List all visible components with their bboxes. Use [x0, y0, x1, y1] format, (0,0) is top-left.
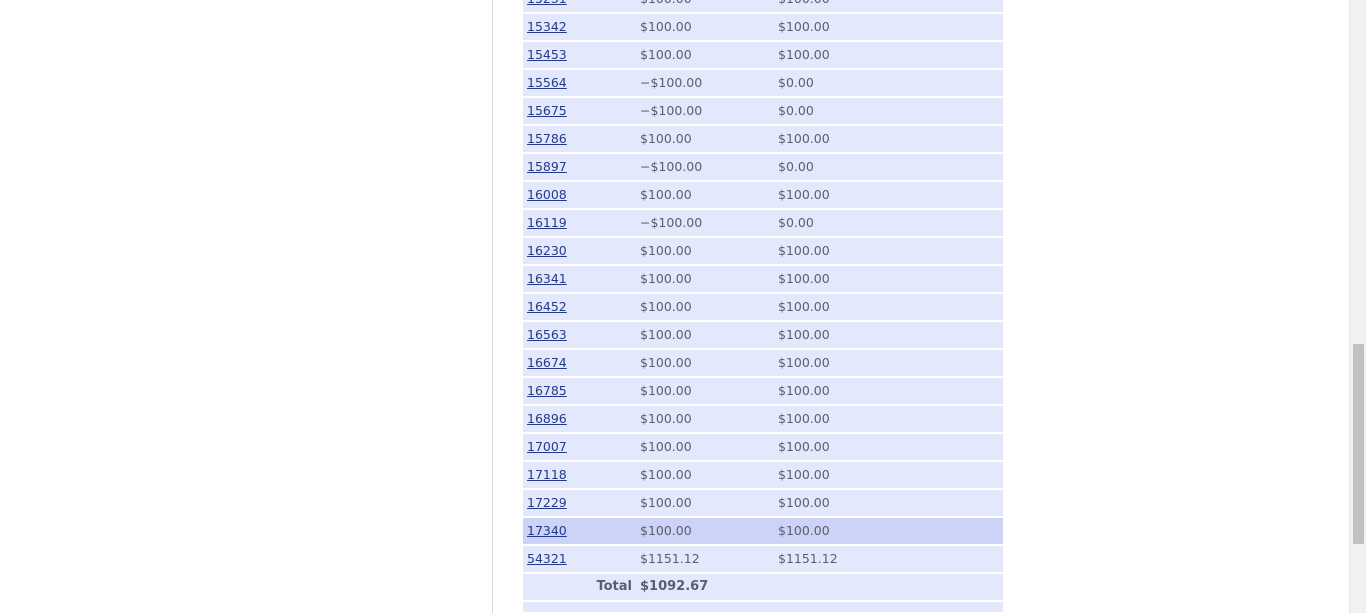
table-row: 15564 −$100.00 $0.00	[523, 70, 1003, 96]
table-row: 16785 $100.00 $100.00	[523, 378, 1003, 404]
order-number-link[interactable]: 16008	[527, 182, 567, 208]
order-number-link[interactable]: 16119	[527, 210, 567, 236]
table-row: 15342 $100.00 $100.00	[523, 14, 1003, 40]
balance-cell: $100.00	[778, 411, 830, 426]
balance-cell: $1151.12	[778, 551, 838, 566]
amount-cell: $100.00	[640, 299, 692, 314]
amount-cell: $100.00	[640, 187, 692, 202]
table-row: 16563 $100.00 $100.00	[523, 322, 1003, 348]
balance-cell: $100.00	[778, 47, 830, 62]
amount-cell: $100.00	[640, 243, 692, 258]
table-row: 54321 $1151.12 $1151.12	[523, 546, 1003, 572]
amount-cell: $100.00	[640, 495, 692, 510]
table-row: 16119 −$100.00 $0.00	[523, 210, 1003, 236]
amount-cell: −$100.00	[640, 215, 703, 230]
balance-cell: $100.00	[778, 327, 830, 342]
amount-cell: −$100.00	[640, 103, 703, 118]
page: 15231$100.00$100.0015342$100.00$100.0015…	[0, 0, 1366, 613]
amount-cell: $100.00	[640, 271, 692, 286]
order-number-link[interactable]: 16896	[527, 406, 567, 432]
amount-cell: $100.00	[640, 131, 692, 146]
amount-cell: $100.00	[640, 47, 692, 62]
order-number-link[interactable]: 16563	[527, 322, 567, 348]
table-row: 17229 $100.00 $100.00	[523, 490, 1003, 516]
balance-cell: $100.00	[778, 467, 830, 482]
amount-cell: $100.00	[640, 0, 692, 12]
order-number-link[interactable]: 15897	[527, 154, 567, 180]
table-row: 16452 $100.00 $100.00	[523, 294, 1003, 320]
order-number-link[interactable]: 16230	[527, 238, 567, 264]
order-number-link[interactable]: 17229	[527, 490, 567, 516]
balance-cell: $0.00	[778, 215, 814, 230]
balance-cell: $100.00	[778, 0, 830, 12]
table-row: 17340 $100.00 $100.00	[523, 518, 1003, 544]
order-number-link[interactable]: 15453	[527, 42, 567, 68]
amount-cell: −$100.00	[640, 159, 703, 174]
order-number-link[interactable]: 16452	[527, 294, 567, 320]
order-number-link[interactable]: 17118	[527, 462, 567, 488]
table-footer-strip	[523, 602, 1003, 612]
balance-cell: $0.00	[778, 75, 814, 90]
balance-cell: $100.00	[778, 355, 830, 370]
table-row: 16230 $100.00 $100.00	[523, 238, 1003, 264]
balance-cell: $100.00	[778, 19, 830, 34]
amount-cell: $1151.12	[640, 551, 700, 566]
transactions-table: 15231$100.00$100.0015342$100.00$100.0015…	[523, 0, 1003, 612]
balance-cell: $100.00	[778, 187, 830, 202]
order-number-link[interactable]: 54321	[527, 546, 567, 572]
amount-cell: $100.00	[640, 439, 692, 454]
total-value: $1092.67	[640, 579, 709, 594]
table-row: 15453 $100.00 $100.00	[523, 42, 1003, 68]
content-divider	[492, 0, 493, 613]
amount-cell: $100.00	[640, 355, 692, 370]
order-number-link[interactable]: 16341	[527, 266, 567, 292]
total-row: Total $1092.67	[523, 574, 1003, 600]
table-row: 17007 $100.00 $100.00	[523, 434, 1003, 460]
balance-cell: $100.00	[778, 299, 830, 314]
table-row: 16008 $100.00 $100.00	[523, 182, 1003, 208]
table-row: 16341 $100.00 $100.00	[523, 266, 1003, 292]
balance-cell: $100.00	[778, 131, 830, 146]
order-number-link[interactable]: 15342	[527, 14, 567, 40]
scrollbar-thumb[interactable]	[1353, 344, 1364, 544]
amount-cell: $100.00	[640, 383, 692, 398]
balance-cell: $100.00	[778, 495, 830, 510]
balance-cell: $0.00	[778, 159, 814, 174]
table-row: 15786 $100.00 $100.00	[523, 126, 1003, 152]
order-number-link[interactable]: 16785	[527, 378, 567, 404]
order-number-link[interactable]: 15786	[527, 126, 567, 152]
order-number-link[interactable]: 15675	[527, 98, 567, 124]
balance-cell: $100.00	[778, 439, 830, 454]
table-body: 15231$100.00$100.0015342$100.00$100.0015…	[523, 0, 1003, 572]
amount-cell: −$100.00	[640, 75, 703, 90]
table-row: 16896 $100.00 $100.00	[523, 406, 1003, 432]
balance-cell: $100.00	[778, 271, 830, 286]
amount-cell: $100.00	[640, 411, 692, 426]
balance-cell: $100.00	[778, 523, 830, 538]
table-row: 16674 $100.00 $100.00	[523, 350, 1003, 376]
table-row: 17118 $100.00 $100.00	[523, 462, 1003, 488]
total-label: Total	[596, 579, 632, 594]
table-row: 15675 −$100.00 $0.00	[523, 98, 1003, 124]
amount-cell: $100.00	[640, 327, 692, 342]
balance-cell: $0.00	[778, 103, 814, 118]
order-number-link[interactable]: 15231	[527, 0, 567, 12]
table-row: 15897 −$100.00 $0.00	[523, 154, 1003, 180]
balance-cell: $100.00	[778, 243, 830, 258]
amount-cell: $100.00	[640, 19, 692, 34]
order-number-link[interactable]: 15564	[527, 70, 567, 96]
order-number-link[interactable]: 17007	[527, 434, 567, 460]
amount-cell: $100.00	[640, 467, 692, 482]
table-row: 15231 $100.00 $100.00	[523, 0, 1003, 12]
vertical-scrollbar[interactable]	[1349, 0, 1366, 613]
amount-cell: $100.00	[640, 523, 692, 538]
order-number-link[interactable]: 17340	[527, 518, 567, 544]
order-number-link[interactable]: 16674	[527, 350, 567, 376]
balance-cell: $100.00	[778, 383, 830, 398]
